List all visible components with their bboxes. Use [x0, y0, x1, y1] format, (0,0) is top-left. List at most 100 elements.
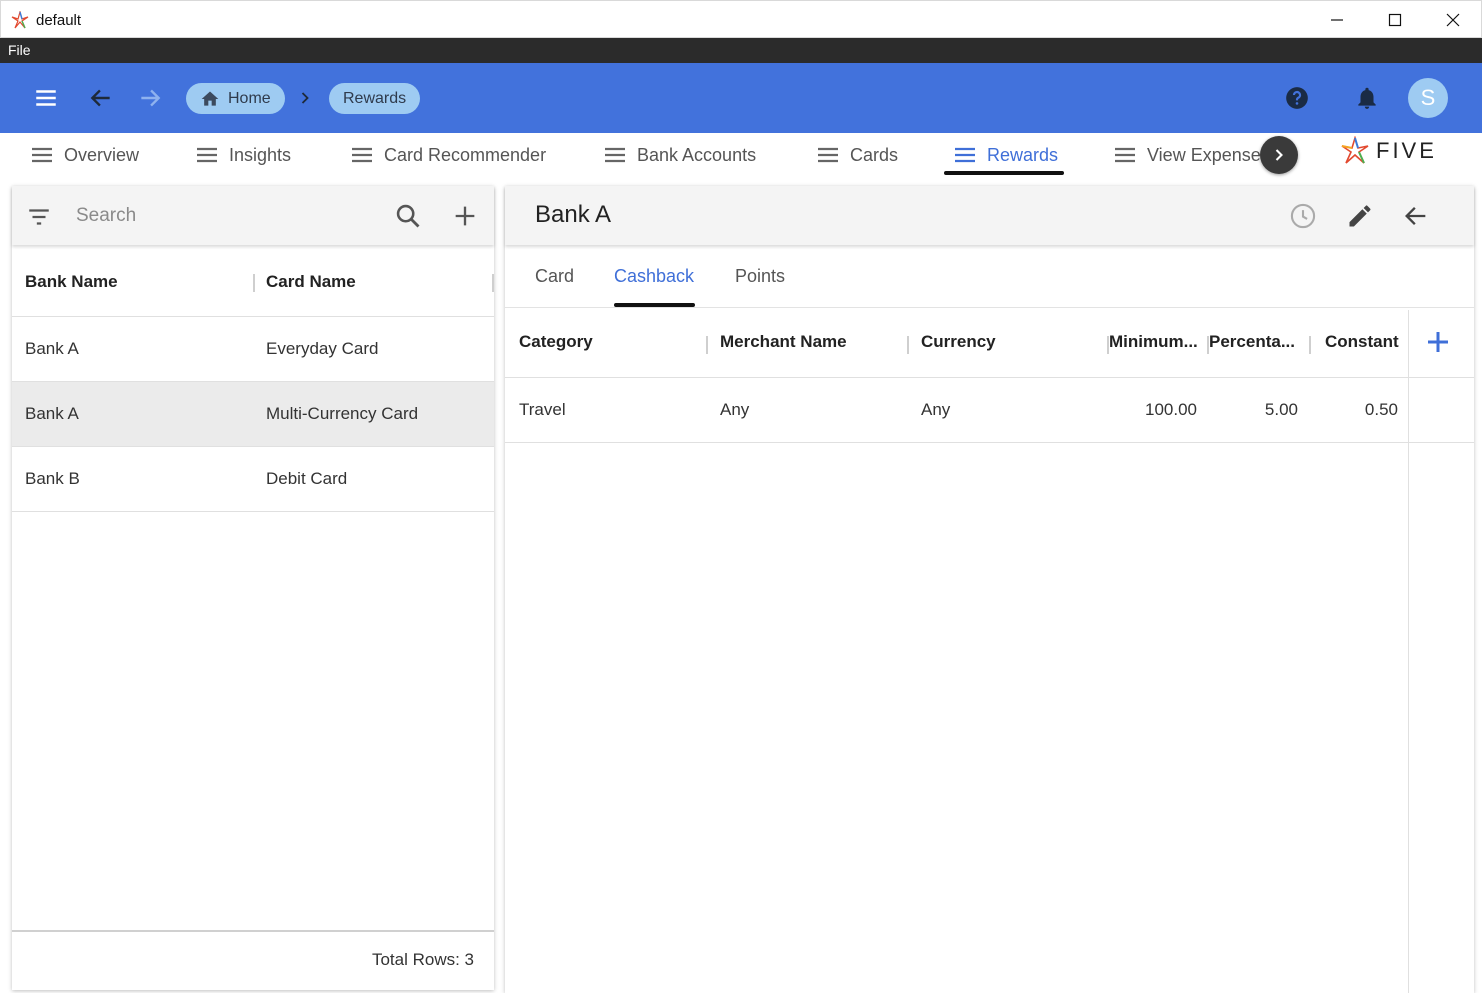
tab-label: Card Recommender	[384, 144, 547, 165]
close-button[interactable]	[1424, 1, 1482, 38]
minimize-icon	[1331, 18, 1343, 21]
column-resize-handle[interactable]	[492, 274, 494, 292]
hamburger-icon	[36, 90, 56, 106]
tab-bank-accounts[interactable]: Bank Accounts	[603, 133, 756, 177]
column-header-minimum[interactable]: Minimum...	[1109, 332, 1204, 352]
menu-bar: File	[0, 38, 1482, 63]
list-row[interactable]: Bank B Debit Card	[12, 447, 494, 512]
list-icon	[818, 147, 838, 163]
minimize-button[interactable]	[1308, 1, 1366, 38]
column-resize-handle[interactable]	[706, 336, 708, 354]
search-input[interactable]	[76, 200, 376, 232]
search-bar	[12, 186, 494, 245]
cell-bank-name: Bank A	[25, 339, 79, 358]
tab-points[interactable]: Points	[735, 266, 785, 287]
bell-icon	[1358, 87, 1376, 109]
tab-label: Cards	[850, 144, 899, 165]
active-tab-indicator	[944, 171, 1064, 175]
column-header-constant[interactable]: Constant	[1325, 332, 1399, 352]
history-icon[interactable]	[1289, 202, 1317, 230]
tab-view-expenses[interactable]: View Expenses	[1113, 133, 1273, 177]
record-detail-panel: Bank A Card Cashback Points Category Mer…	[505, 186, 1474, 993]
window-title: default	[36, 12, 82, 29]
cell-card-name: Multi-Currency Card	[266, 404, 419, 423]
list-header: Bank Name Card Name	[12, 250, 494, 317]
menu-button[interactable]	[28, 80, 64, 116]
back-button[interactable]	[83, 80, 119, 116]
tab-label: Bank Accounts	[637, 144, 757, 165]
edit-icon[interactable]	[1346, 202, 1374, 230]
window-titlebar: default	[0, 0, 1482, 38]
breadcrumb-separator	[290, 80, 320, 116]
forward-button[interactable]	[132, 80, 168, 116]
app-bar: Home Rewards S	[0, 63, 1482, 133]
cell-minimum: 100.00	[1145, 400, 1197, 419]
list-row-selected[interactable]: Bank A Multi-Currency Card	[12, 382, 494, 447]
cell-merchant-name: Any	[720, 400, 750, 419]
cashback-row[interactable]: Travel Any Any 100.00 5.00 0.50	[505, 378, 1474, 443]
column-header-merchant-name[interactable]: Merchant Name	[720, 332, 847, 352]
arrow-left-icon[interactable]	[1402, 202, 1430, 230]
five-logo: FIVE	[1340, 135, 1458, 167]
cell-card-name: Debit Card	[266, 469, 348, 488]
list-icon	[955, 147, 975, 163]
detail-tabs: Card Cashback Points	[505, 248, 1474, 308]
cell-constant: 0.50	[1364, 400, 1398, 419]
column-header-percentage[interactable]: Percenta...	[1209, 332, 1304, 352]
tab-card[interactable]: Card	[535, 266, 574, 287]
list-icon	[197, 147, 217, 163]
column-header-currency[interactable]: Currency	[921, 332, 996, 352]
breadcrumb-rewards-label: Rewards	[343, 89, 407, 107]
column-header-card-name[interactable]: Card Name	[266, 272, 356, 292]
scroll-tabs-right-button[interactable]	[1260, 136, 1298, 174]
detail-header: Bank A	[505, 186, 1474, 245]
notifications-button[interactable]	[1349, 80, 1385, 116]
help-button[interactable]	[1279, 80, 1315, 116]
cell-currency: Any	[921, 400, 951, 419]
breadcrumb-home[interactable]: Home	[186, 83, 285, 114]
tab-card-recommender[interactable]: Card Recommender	[350, 133, 546, 177]
tab-cashback[interactable]: Cashback	[614, 266, 694, 287]
cell-bank-name: Bank A	[25, 404, 79, 423]
column-resize-handle[interactable]	[907, 336, 909, 354]
total-rows: Total Rows: 3	[371, 950, 474, 969]
breadcrumb-rewards[interactable]: Rewards	[329, 83, 421, 114]
breadcrumb-home-label: Home	[228, 89, 271, 107]
column-resize-handle[interactable]	[253, 274, 255, 292]
active-subtab-indicator	[614, 303, 695, 307]
detail-title: Bank A	[535, 201, 612, 228]
add-record-icon[interactable]	[451, 202, 479, 230]
maximize-icon	[1388, 13, 1402, 26]
maximize-button[interactable]	[1366, 1, 1424, 38]
five-logo-text: FIVE	[1376, 138, 1437, 163]
menu-file[interactable]: File	[8, 42, 31, 58]
column-header-category[interactable]: Category	[519, 332, 593, 352]
cell-bank-name: Bank B	[25, 469, 80, 488]
search-icon[interactable]	[394, 202, 422, 230]
tab-label: Insights	[229, 144, 292, 165]
chevron-right-icon	[1275, 149, 1283, 161]
list-icon	[352, 147, 372, 163]
action-column-divider	[1408, 310, 1409, 993]
add-cashback-icon[interactable]	[1423, 327, 1453, 357]
five-app-icon	[11, 11, 29, 29]
column-resize-handle[interactable]	[1309, 336, 1311, 354]
arrow-left-icon	[90, 89, 110, 107]
tab-overview[interactable]: Overview	[30, 133, 139, 177]
arrow-right-icon	[141, 89, 161, 107]
tab-insights[interactable]: Insights	[195, 133, 291, 177]
list-row[interactable]: Bank A Everyday Card	[12, 317, 494, 382]
tab-label: Rewards	[987, 144, 1059, 165]
user-avatar[interactable]: S	[1408, 78, 1448, 118]
list-footer: Total Rows: 3	[12, 930, 494, 990]
tab-label: Overview	[64, 144, 140, 165]
list-icon	[605, 147, 625, 163]
list-icon	[1115, 147, 1135, 163]
tab-cards[interactable]: Cards	[816, 133, 898, 177]
column-header-bank-name[interactable]: Bank Name	[25, 272, 118, 292]
filter-icon[interactable]	[26, 204, 52, 230]
list-icon	[32, 147, 52, 163]
cell-category: Travel	[519, 400, 566, 419]
cell-percentage: 5.00	[1264, 400, 1298, 419]
chevron-right-icon	[301, 92, 309, 104]
